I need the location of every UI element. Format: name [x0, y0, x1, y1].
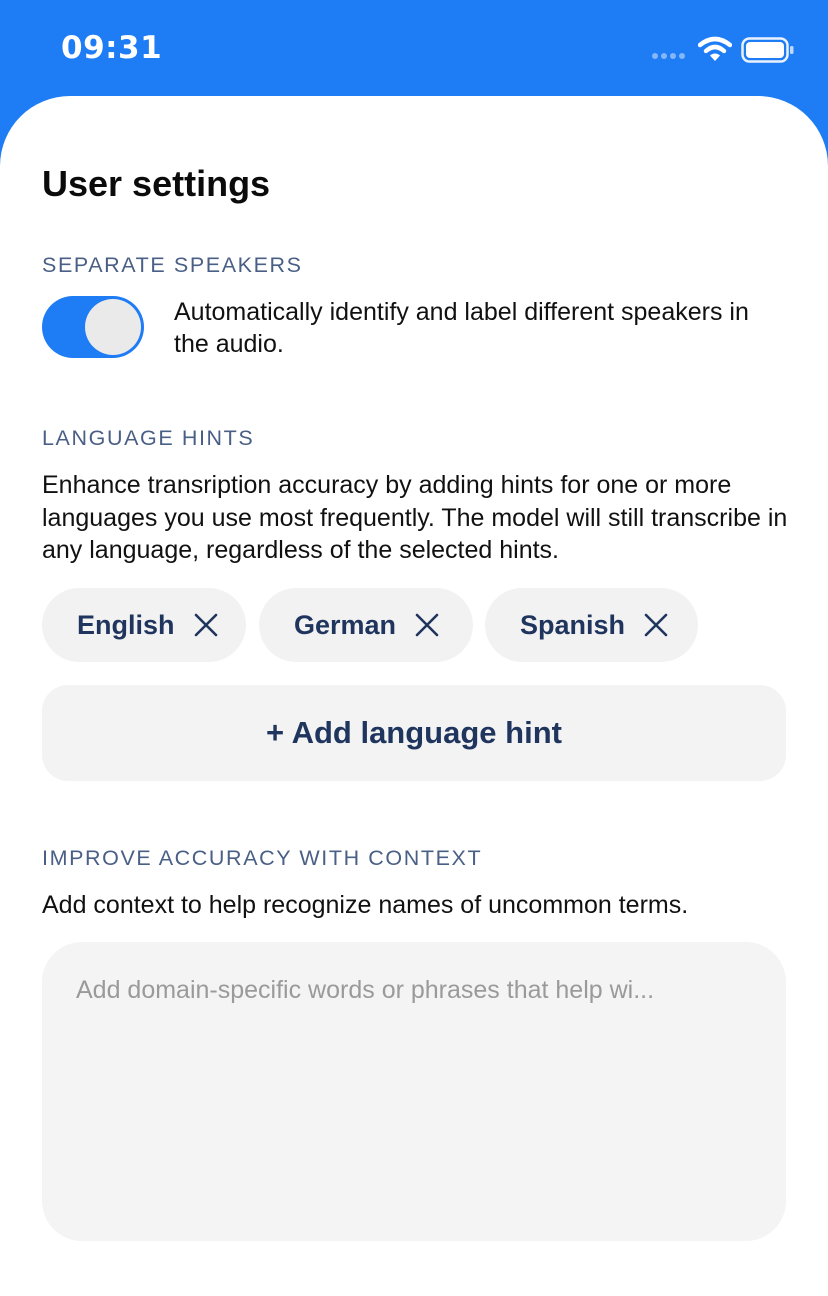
status-time: 09:31 — [61, 30, 163, 66]
separate-speakers-label: SEPARATE SPEAKERS — [42, 253, 303, 277]
chip-label: German — [294, 609, 397, 640]
status-bar: 09:31 — [0, 0, 828, 100]
wifi-icon — [698, 36, 732, 61]
chip-spanish[interactable]: Spanish — [485, 588, 698, 662]
context-description: Add context to help recognize names of u… — [42, 891, 689, 919]
page-title: User settings — [42, 163, 271, 204]
context-input[interactable] — [42, 942, 786, 1241]
separate-speakers-toggle[interactable] — [42, 296, 144, 358]
context-label: IMPROVE ACCURACY WITH CONTEXT — [42, 846, 483, 870]
separate-speakers-description: Automatically identify and label differe… — [174, 298, 749, 358]
toggle-knob — [85, 299, 141, 355]
chip-english[interactable]: English — [42, 588, 246, 662]
signal-icon — [652, 53, 685, 59]
close-icon[interactable] — [414, 612, 440, 638]
close-icon[interactable] — [643, 612, 669, 638]
chip-german[interactable]: German — [259, 588, 473, 662]
chip-label: English — [77, 609, 175, 640]
language-hints-description: Enhance transription accuracy by adding … — [42, 471, 788, 564]
language-hints-label: LANGUAGE HINTS — [42, 426, 255, 450]
chip-label: Spanish — [520, 609, 626, 640]
add-language-hint-button[interactable]: + Add language hint — [42, 685, 786, 781]
battery-icon — [741, 37, 794, 63]
close-icon[interactable] — [193, 612, 219, 638]
